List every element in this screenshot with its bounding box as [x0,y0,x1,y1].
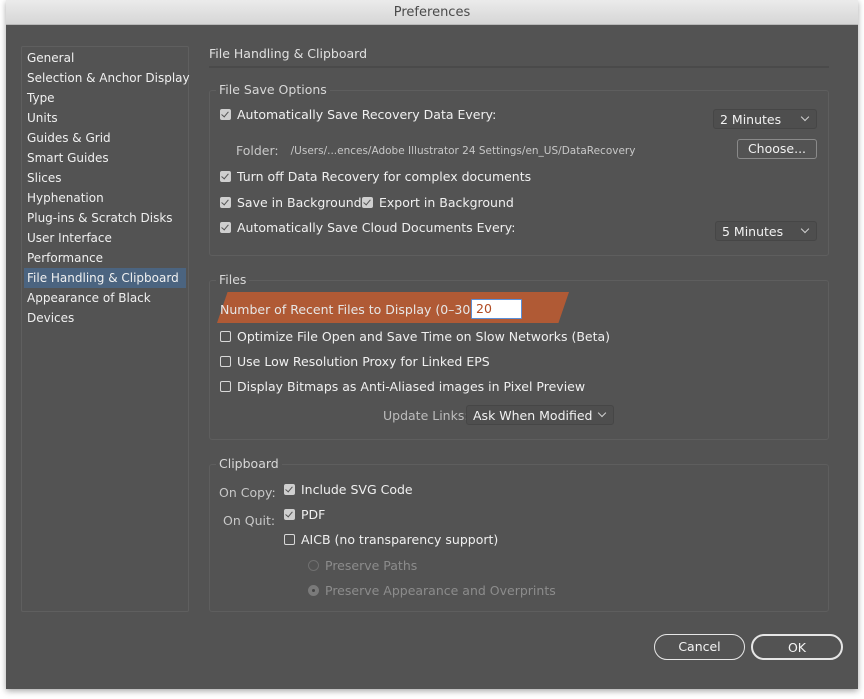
sidebar-item-plugins-scratch-disks[interactable]: Plug-ins & Scratch Disks [22,208,188,228]
checkbox-unchecked-icon [220,381,231,392]
cloud-interval-select[interactable]: 5 Minutes [715,221,817,241]
auto-save-cloud-checkbox[interactable]: Automatically Save Cloud Documents Every… [220,220,516,235]
preserve-paths-label: Preserve Paths [325,558,418,573]
checkbox-checked-icon [220,197,231,208]
include-svg-label: Include SVG Code [301,482,413,497]
auto-save-cloud-label: Automatically Save Cloud Documents Every… [237,220,516,235]
ok-button[interactable]: OK [751,634,843,660]
choose-folder-button[interactable]: Choose... [737,139,817,159]
sidebar-item-guides-grid[interactable]: Guides & Grid [22,128,188,148]
anti-aliased-bitmaps-checkbox[interactable]: Display Bitmaps as Anti-Aliased images i… [220,379,585,394]
checkbox-checked-icon [362,197,373,208]
save-in-background-label: Save in Background [237,195,362,210]
recent-files-label: Number of Recent Files to Display (0–30)… [220,302,480,317]
turn-off-recovery-checkbox[interactable]: Turn off Data Recovery for complex docum… [220,169,531,184]
low-res-proxy-label: Use Low Resolution Proxy for Linked EPS [237,354,490,369]
low-res-proxy-checkbox[interactable]: Use Low Resolution Proxy for Linked EPS [220,354,490,369]
aicb-label: AICB (no transparency support) [301,532,499,547]
sidebar-item-selection-anchor-display[interactable]: Selection & Anchor Display [22,68,190,88]
cancel-button[interactable]: Cancel [654,634,745,660]
export-in-background-label: Export in Background [379,195,514,210]
preserve-appearance-radio[interactable]: Preserve Appearance and Overprints [308,583,556,598]
optimize-slow-networks-checkbox[interactable]: Optimize File Open and Save Time on Slow… [220,329,610,344]
pdf-label: PDF [301,507,326,522]
checkbox-checked-icon [220,109,231,120]
auto-save-recovery-checkbox[interactable]: Automatically Save Recovery Data Every: [220,107,496,122]
sidebar-item-performance[interactable]: Performance [22,248,188,268]
folder-row: Folder: /Users/...ences/Adobe Illustrato… [236,143,635,158]
sidebar-item-units[interactable]: Units [22,108,188,128]
aicb-checkbox[interactable]: AICB (no transparency support) [284,532,498,547]
on-copy-label: On Copy: [219,485,276,500]
update-links-select[interactable]: Ask When Modified [466,405,614,425]
preferences-window: Preferences General Selection & Anchor D… [6,0,858,689]
window-title: Preferences [6,0,858,25]
pdf-checkbox[interactable]: PDF [284,507,325,522]
checkbox-checked-icon [220,222,231,233]
recovery-interval-select[interactable]: 2 Minutes [713,109,817,129]
recovery-interval-value: 2 Minutes [720,111,782,127]
sidebar-item-hyphenation[interactable]: Hyphenation [22,188,188,208]
clipboard-title: Clipboard [216,456,282,471]
turn-off-recovery-label: Turn off Data Recovery for complex docum… [237,169,532,184]
sidebar-item-devices[interactable]: Devices [22,308,188,328]
update-links-label: Update Links: [383,408,469,423]
radio-selected-icon [308,585,319,596]
sidebar-item-appearance-of-black[interactable]: Appearance of Black [22,288,188,308]
auto-save-recovery-label: Automatically Save Recovery Data Every: [237,107,497,122]
recent-files-input[interactable]: 20 [471,299,522,319]
folder-path: /Users/...ences/Adobe Illustrator 24 Set… [290,144,636,157]
on-quit-label: On Quit: [223,513,276,528]
sidebar-item-general[interactable]: General [22,48,188,68]
checkbox-checked-icon [284,509,295,520]
sidebar-item-slices[interactable]: Slices [22,168,188,188]
page-title: File Handling & Clipboard [209,46,829,68]
anti-aliased-bitmaps-label: Display Bitmaps as Anti-Aliased images i… [237,379,586,394]
export-in-background-checkbox[interactable]: Export in Background [362,195,514,210]
preferences-sidebar: General Selection & Anchor Display Type … [21,46,190,612]
sidebar-item-file-handling-clipboard[interactable]: File Handling & Clipboard [24,268,186,288]
radio-unselected-icon [308,560,319,571]
sidebar-item-user-interface[interactable]: User Interface [22,228,188,248]
preserve-paths-radio[interactable]: Preserve Paths [308,558,417,573]
preserve-appearance-label: Preserve Appearance and Overprints [325,583,556,598]
sidebar-item-type[interactable]: Type [22,88,188,108]
update-links-value: Ask When Modified [473,407,593,423]
chevron-down-icon [800,112,810,122]
chevron-down-icon [597,408,607,418]
checkbox-checked-icon [220,171,231,182]
sidebar-item-smart-guides[interactable]: Smart Guides [22,148,188,168]
chevron-down-icon [800,224,810,234]
checkbox-unchecked-icon [220,356,231,367]
include-svg-checkbox[interactable]: Include SVG Code [284,482,413,497]
folder-label: Folder: [236,143,279,158]
files-title: Files [216,272,250,287]
checkbox-unchecked-icon [284,534,295,545]
checkbox-checked-icon [284,484,295,495]
optimize-slow-networks-label: Optimize File Open and Save Time on Slow… [237,329,611,344]
save-in-background-checkbox[interactable]: Save in Background [220,195,362,210]
checkbox-unchecked-icon [220,331,231,342]
file-save-options-title: File Save Options [216,82,330,97]
cloud-interval-value: 5 Minutes [722,223,784,239]
